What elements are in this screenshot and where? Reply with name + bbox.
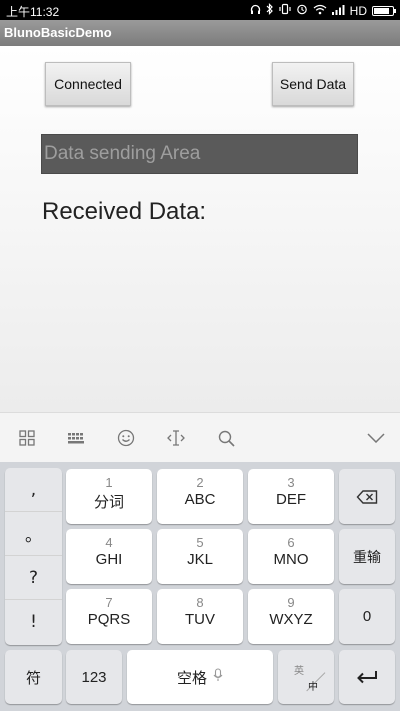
key-number: 4 [105, 535, 113, 550]
space-content: 空格 [127, 650, 273, 704]
space-key[interactable]: 空格 [127, 650, 273, 704]
battery-level [374, 8, 390, 14]
key-number: 9 [287, 595, 295, 610]
lang-en-label: 英 [294, 666, 304, 677]
key-label: GHI [95, 551, 123, 568]
key-label: WXYZ [269, 611, 313, 628]
main-content: Connected Send Data Data sending Area Re… [0, 46, 400, 412]
space-label: 空格 [176, 669, 207, 687]
numbers-label: 123 [81, 668, 107, 686]
enter-icon [339, 650, 395, 704]
key-label: MNO [273, 551, 309, 568]
key-number: 6 [287, 535, 295, 550]
status-icons: HD [250, 3, 396, 19]
language-switch-key[interactable]: 英 中 [278, 650, 334, 704]
send-data-button[interactable]: Send Data [272, 62, 354, 106]
key-number: 5 [196, 535, 204, 550]
period-key[interactable]: 。 [5, 512, 62, 556]
symbols-label: 符 [25, 669, 41, 687]
lang-zh-label: 中 [308, 682, 318, 693]
key-number: 3 [287, 475, 295, 490]
zero-key[interactable]: 0 [339, 589, 395, 644]
app-title-bar: BlunoBasicDemo [0, 20, 400, 46]
key-label: 分词 [93, 494, 124, 511]
keyboard-icon[interactable] [65, 427, 87, 449]
status-time: 上午11:32 [6, 5, 60, 19]
key-2[interactable]: 2 ABC [157, 469, 243, 524]
keyboard: , 。 ? ! 1 分词 2 ABC 3 DEF 4 GHI 5 JKL 6 M… [0, 462, 400, 711]
search-icon[interactable] [215, 427, 237, 449]
key-3[interactable]: 3 DEF [248, 469, 334, 524]
alarm-icon [296, 3, 308, 19]
numbers-key[interactable]: 123 [66, 650, 122, 704]
connect-button[interactable]: Connected [45, 62, 131, 106]
headset-icon [250, 4, 261, 19]
exclamation-key[interactable]: ! [5, 600, 62, 644]
app-title: BlunoBasicDemo [4, 25, 112, 40]
key-number: 8 [196, 595, 204, 610]
grid-icon[interactable] [16, 427, 38, 449]
chevron-down-icon[interactable] [365, 427, 387, 449]
key-9[interactable]: 9 WXYZ [248, 589, 334, 644]
key-1[interactable]: 1 分词 [66, 469, 152, 524]
key-7[interactable]: 7 PQRS [66, 589, 152, 644]
key-8[interactable]: 8 TUV [157, 589, 243, 644]
network-type: HD [349, 4, 367, 18]
comma-key[interactable]: , [5, 468, 62, 512]
key-label: DEF [276, 491, 306, 508]
vibrate-icon [279, 3, 291, 19]
key-label: PQRS [87, 611, 131, 628]
battery-icon [372, 6, 396, 16]
key-number: 1 [105, 475, 113, 490]
keyboard-toolbar [0, 412, 400, 462]
key-label: TUV [185, 611, 215, 628]
key-5[interactable]: 5 JKL [157, 529, 243, 584]
signal-icon [331, 4, 345, 19]
symbols-key[interactable]: 符 [5, 650, 62, 704]
emoji-icon[interactable] [115, 427, 137, 449]
backspace-key[interactable] [339, 469, 395, 524]
question-key[interactable]: ? [5, 556, 62, 600]
data-sending-input[interactable]: Data sending Area [41, 134, 358, 174]
key-number: 2 [196, 475, 204, 490]
key-4[interactable]: 4 GHI [66, 529, 152, 584]
backspace-icon [339, 469, 395, 524]
key-number: 7 [105, 595, 113, 610]
key-label: ABC [184, 491, 216, 508]
reenter-label: 重输 [353, 548, 381, 565]
microphone-icon [213, 668, 223, 686]
received-data-label: Received Data: [42, 198, 207, 225]
cursor-icon[interactable] [165, 427, 187, 449]
enter-key[interactable] [339, 650, 395, 704]
wifi-icon [313, 4, 327, 19]
bluetooth-icon [266, 3, 274, 19]
punctuation-column: , 。 ? ! [5, 468, 62, 645]
key-label: JKL [187, 551, 213, 568]
key-6[interactable]: 6 MNO [248, 529, 334, 584]
reenter-key[interactable]: 重输 [339, 529, 395, 584]
status-bar: 上午11:32 HD [0, 0, 400, 20]
zero-label: 0 [362, 608, 372, 625]
